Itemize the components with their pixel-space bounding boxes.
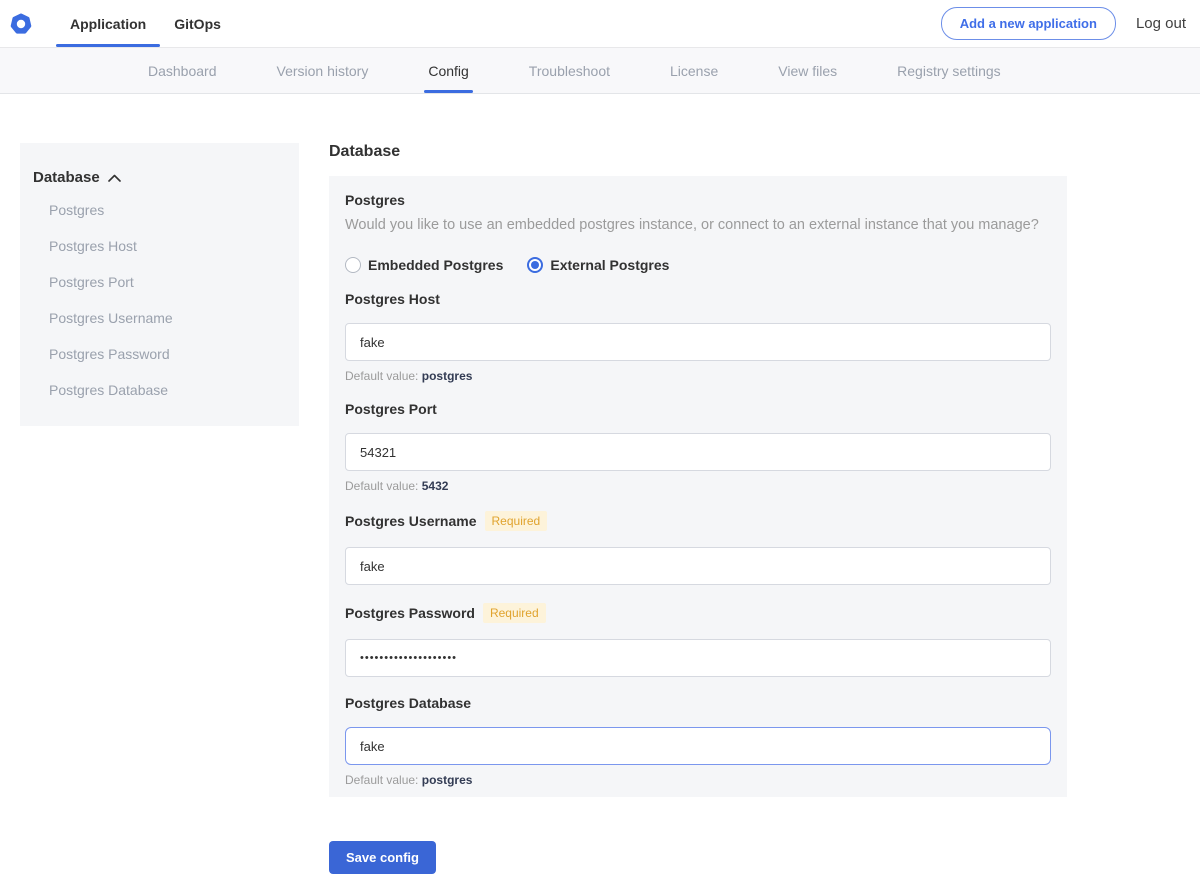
tab-gitops-label: GitOps	[174, 16, 221, 32]
top-tab-bar: Application GitOps	[56, 0, 235, 47]
sidebar-item-postgres[interactable]: Postgres	[33, 192, 283, 228]
postgres-help-text: Would you like to use an embedded postgr…	[345, 217, 1051, 233]
page-title: Database	[329, 143, 1067, 161]
tab-application[interactable]: Application	[56, 0, 160, 47]
chevron-up-icon	[108, 169, 121, 186]
radio-unselected-icon	[345, 257, 361, 273]
sidebar-group-label: Database	[33, 169, 100, 186]
field-label-postgres-port: Postgres Port	[345, 401, 437, 417]
field-label-postgres-username: Postgres Username	[345, 513, 477, 529]
app-logo-icon	[10, 13, 32, 35]
field-label-postgres-host: Postgres Host	[345, 291, 440, 307]
sidebar-item-postgres-username[interactable]: Postgres Username	[33, 300, 283, 336]
postgres-database-default: Default value: postgres	[345, 773, 1051, 787]
radio-external-postgres[interactable]: External Postgres	[527, 257, 669, 273]
config-main: Database Postgres Would you like to use …	[329, 143, 1067, 874]
subtab-config[interactable]: Config	[428, 48, 468, 93]
subtab-version-history[interactable]: Version history	[277, 48, 369, 93]
top-right-actions: Add a new application Log out	[941, 7, 1186, 40]
sidebar-item-postgres-database[interactable]: Postgres Database	[33, 372, 283, 408]
postgres-database-input[interactable]	[345, 727, 1051, 765]
radio-selected-icon	[527, 257, 543, 273]
postgres-port-input[interactable]	[345, 433, 1051, 471]
tab-application-label: Application	[70, 16, 146, 32]
radio-embedded-label: Embedded Postgres	[368, 257, 503, 273]
field-label-postgres: Postgres	[345, 192, 1051, 208]
required-badge: Required	[483, 603, 546, 623]
add-application-button[interactable]: Add a new application	[941, 7, 1116, 40]
config-page: Database Postgres Postgres Host Postgres…	[0, 94, 1200, 874]
subtab-registry-settings[interactable]: Registry settings	[897, 48, 1000, 93]
tab-gitops[interactable]: GitOps	[160, 0, 235, 47]
radio-external-label: External Postgres	[550, 257, 669, 273]
postgres-port-default: Default value: 5432	[345, 479, 1051, 493]
postgres-username-input[interactable]	[345, 547, 1051, 585]
sidebar-item-postgres-port[interactable]: Postgres Port	[33, 264, 283, 300]
subtab-troubleshoot[interactable]: Troubleshoot	[529, 48, 610, 93]
logout-link[interactable]: Log out	[1136, 15, 1186, 32]
sidebar-group-database[interactable]: Database	[33, 169, 283, 186]
subtab-view-files[interactable]: View files	[778, 48, 837, 93]
config-sidebar: Database Postgres Postgres Host Postgres…	[20, 143, 299, 426]
radio-embedded-postgres[interactable]: Embedded Postgres	[345, 257, 503, 273]
database-config-card: Postgres Would you like to use an embedd…	[329, 176, 1067, 797]
top-nav: Application GitOps Add a new application…	[0, 0, 1200, 48]
postgres-host-default: Default value: postgres	[345, 369, 1051, 383]
postgres-radio-group: Embedded Postgres External Postgres	[345, 257, 1051, 273]
sidebar-item-postgres-password[interactable]: Postgres Password	[33, 336, 283, 372]
postgres-password-input[interactable]	[345, 639, 1051, 677]
subtab-dashboard[interactable]: Dashboard	[148, 48, 217, 93]
save-config-button[interactable]: Save config	[329, 841, 436, 874]
app-sub-nav: Dashboard Version history Config Trouble…	[0, 48, 1200, 94]
field-label-postgres-database: Postgres Database	[345, 695, 471, 711]
subtab-license[interactable]: License	[670, 48, 718, 93]
sidebar-item-postgres-host[interactable]: Postgres Host	[33, 228, 283, 264]
postgres-host-input[interactable]	[345, 323, 1051, 361]
field-label-postgres-password: Postgres Password	[345, 605, 475, 621]
required-badge: Required	[485, 511, 548, 531]
